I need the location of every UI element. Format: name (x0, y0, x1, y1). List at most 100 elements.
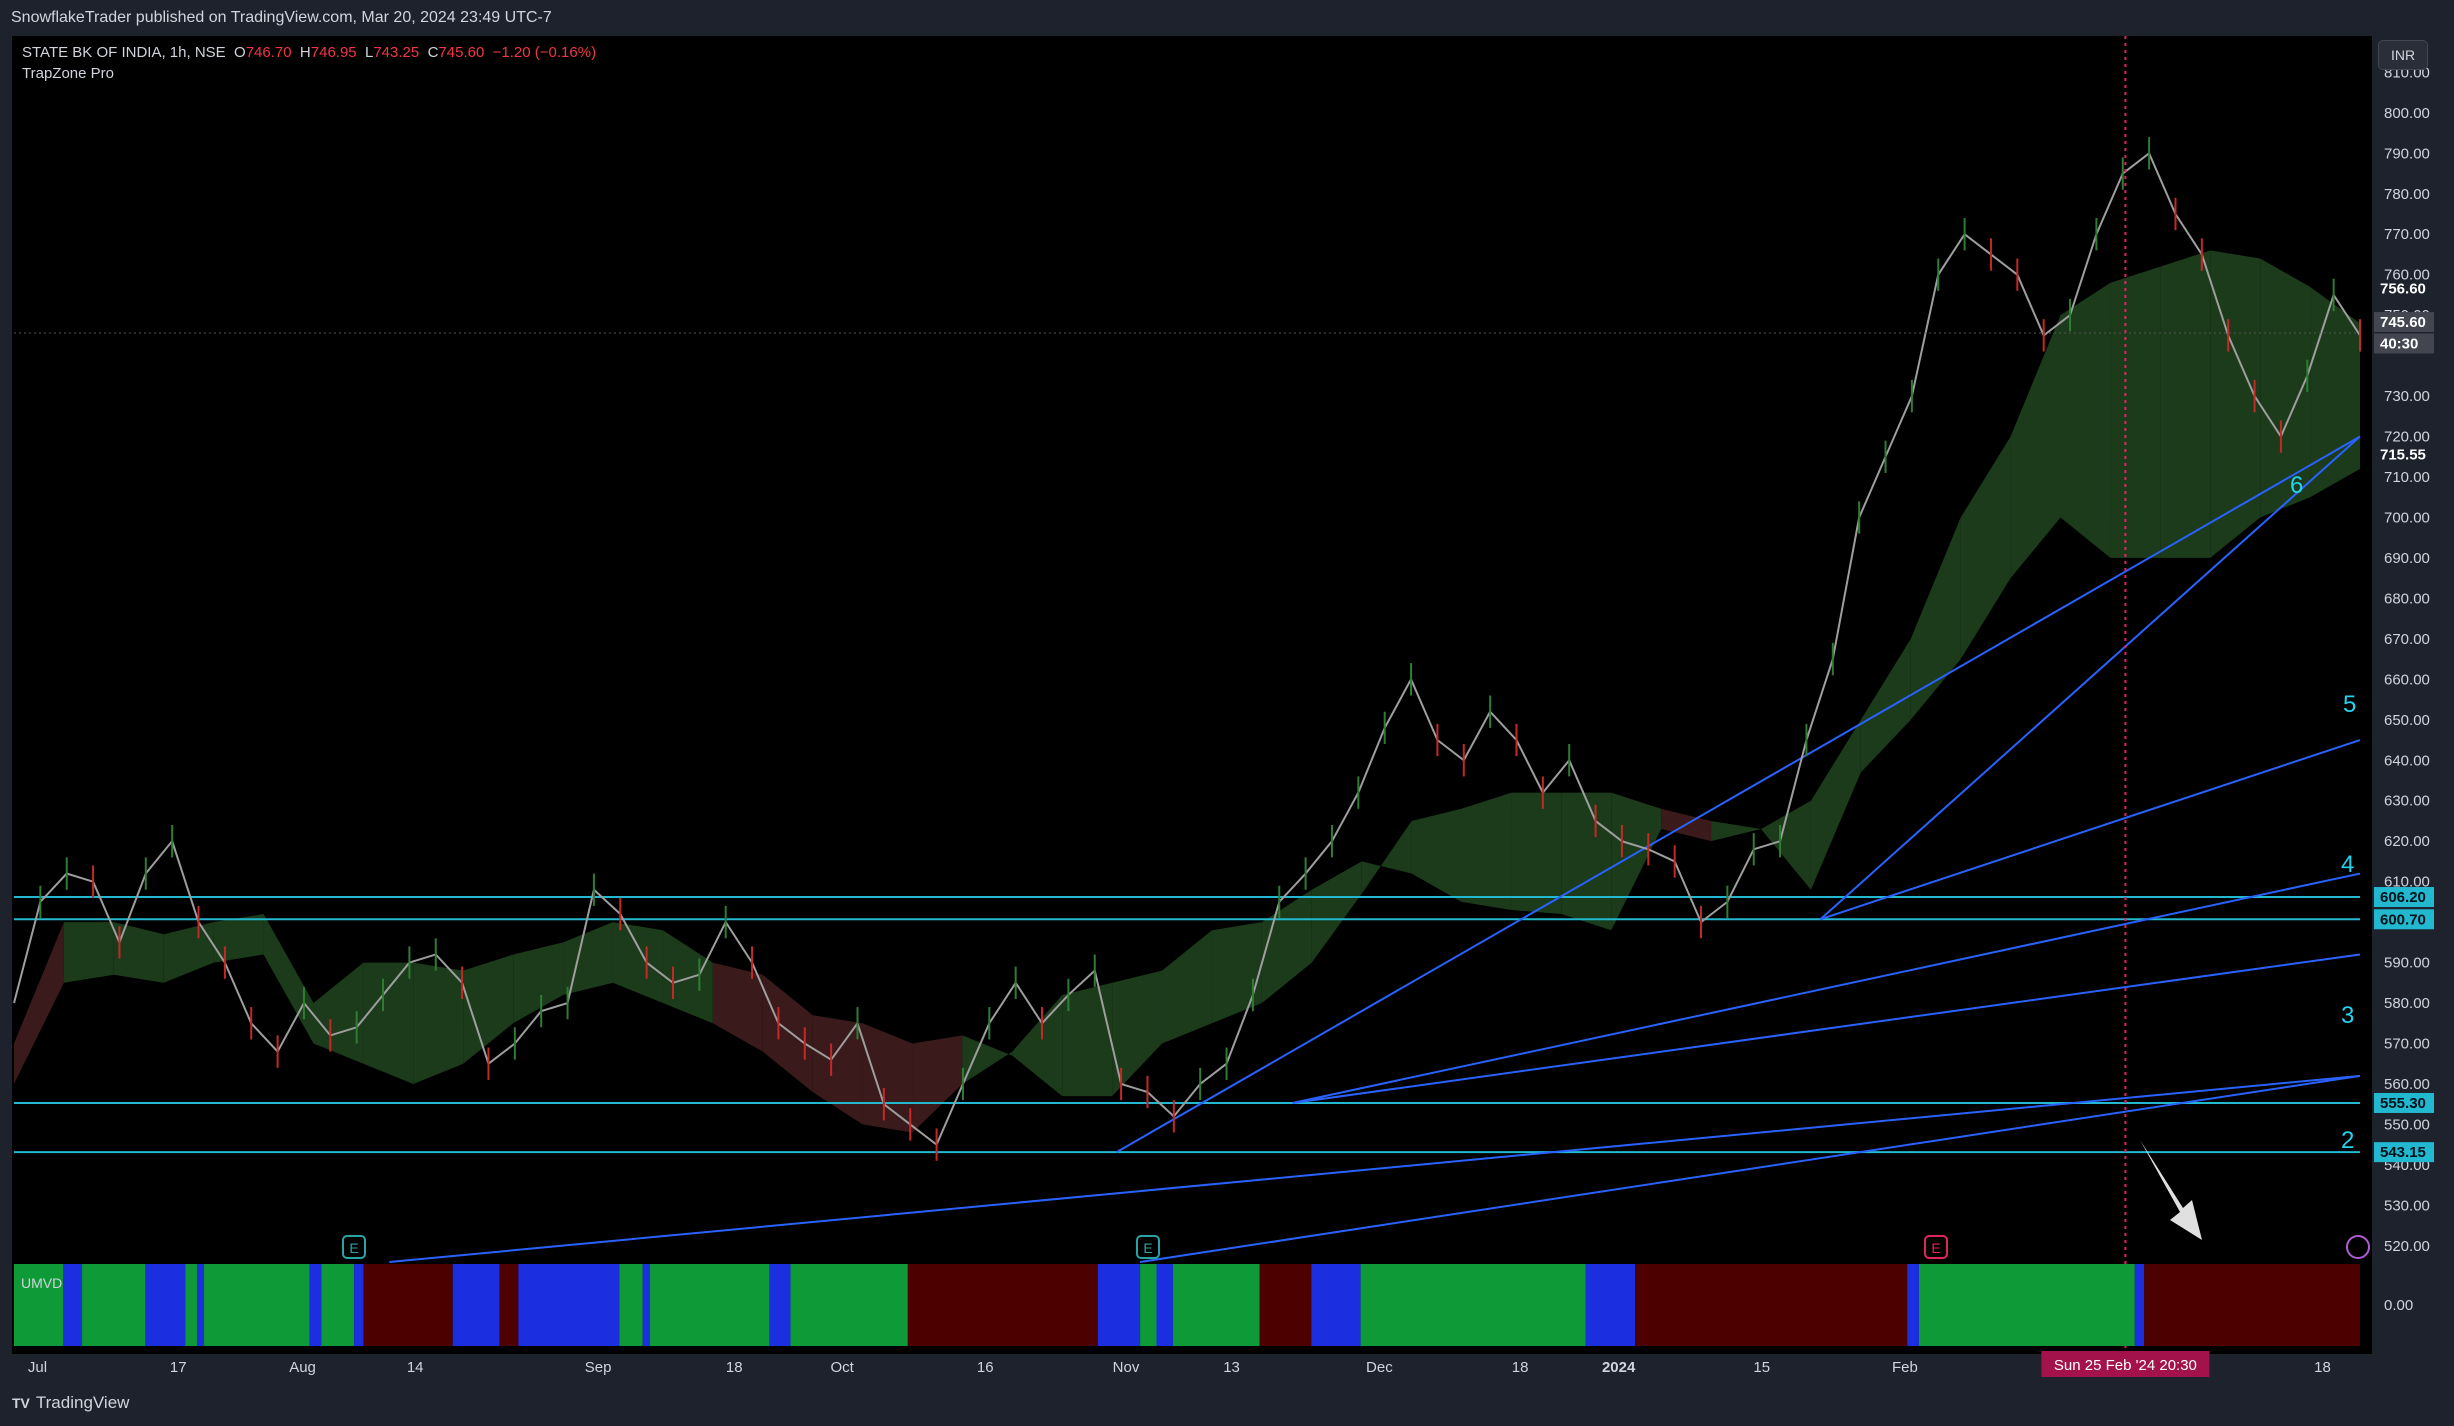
y-tick-label: 620.00 (2384, 833, 2430, 850)
y-tick-label: 550.00 (2384, 1116, 2430, 1133)
umvd-pane: 0.00 (14, 1264, 2413, 1346)
x-tick-label: 15 (1753, 1359, 1770, 1376)
x-tick-label: Oct (830, 1359, 854, 1376)
y-tick-label: 640.00 (2384, 752, 2430, 769)
earnings-icon-letter: E (1931, 1240, 1940, 1256)
umvd-segment (2144, 1264, 2360, 1346)
earnings-icon-letter: E (1143, 1240, 1152, 1256)
cloud-segment (2060, 282, 2111, 558)
y-tick-label: 650.00 (2384, 712, 2430, 729)
y-tick-label: 580.00 (2384, 995, 2430, 1012)
crosshair-time-label: Sun 25 Feb '24 20:30 (2054, 1357, 2197, 1374)
cloud-segment (1561, 792, 1612, 931)
y-tick-label: 720.00 (2384, 429, 2430, 446)
cloud-segment (1511, 792, 1562, 915)
currency-button[interactable]: INR (2378, 40, 2428, 70)
umvd-segment (185, 1264, 197, 1346)
y-tick-label: 530.00 (2384, 1197, 2430, 1214)
umvd-segment (145, 1264, 186, 1346)
price-badge-label: 555.30 (2380, 1095, 2426, 1112)
close-value: 745.60 (438, 44, 485, 61)
y-tick-label: 730.00 (2384, 388, 2430, 405)
symbol-legend: STATE BK OF INDIA, 1h, NSE O746.70 H746.… (22, 44, 596, 61)
price-badge-label: 715.55 (2380, 447, 2426, 464)
x-tick-label: Sep (585, 1359, 612, 1376)
price-badge-label: 40:30 (2380, 335, 2418, 352)
y-tick-label: 570.00 (2384, 1035, 2430, 1052)
umvd-segment (907, 1264, 1098, 1346)
umvd-segment (63, 1264, 83, 1346)
open-value: 746.70 (245, 44, 292, 61)
cloud-segment (1062, 982, 1113, 1097)
y-tick-label: 560.00 (2384, 1076, 2430, 1093)
umvd-segment (1172, 1264, 1260, 1346)
indicator-legend[interactable]: TrapZone Pro (22, 65, 114, 82)
umvd-segment (354, 1264, 364, 1346)
time-axis: Jul 17 Aug 14 Sep 18 Oct 16 Nov 13 Dec 18 2024 15 Feb 1… (28, 1351, 2331, 1377)
umvd-segment (1918, 1264, 2135, 1346)
cloud-segment (413, 962, 464, 1084)
y-tick-label: 770.00 (2384, 226, 2430, 243)
cloud-segment (1461, 792, 1512, 910)
earnings-icon-letter: E (349, 1240, 358, 1256)
y-tick-label: 700.00 (2384, 509, 2430, 526)
wave-label: 4 (2341, 851, 2354, 878)
wave-label: 3 (2341, 1002, 2354, 1029)
cloud-segment (63, 922, 114, 983)
y-tick-label: 780.00 (2384, 186, 2430, 203)
umvd-segment (769, 1264, 791, 1346)
x-tick-label: Jul (28, 1359, 47, 1376)
cloud-segment (363, 962, 414, 1084)
x-tick-label: Feb (1892, 1359, 1918, 1376)
umvd-segment (82, 1264, 146, 1346)
x-tick-label: 18 (2314, 1359, 2331, 1376)
umvd-segment (790, 1264, 908, 1346)
price-axis: 810.00800.00790.00780.00770.00760.00750.… (2374, 64, 2434, 1255)
symbol-name: STATE BK OF INDIA, 1h, NSE (22, 44, 226, 61)
change-value: −1.20 (−0.16%) (492, 44, 597, 61)
price-chart[interactable]: 0.00 810.00800.00790.00780.00770.00760.0… (0, 0, 2454, 1426)
umvd-segment (1635, 1264, 1908, 1346)
umvd-segment (204, 1264, 310, 1346)
umvd-segment (1360, 1264, 1586, 1346)
umvd-segment (649, 1264, 770, 1346)
umvd-label: UMVD (21, 1275, 63, 1291)
cloud-segment (2110, 266, 2161, 558)
x-tick-label: 16 (977, 1359, 994, 1376)
x-tick-label: Nov (1113, 1359, 1140, 1376)
umvd-value: 0.00 (2384, 1297, 2413, 1314)
umvd-segment (619, 1264, 643, 1346)
umvd-segment (1259, 1264, 1312, 1346)
high-value: 746.95 (310, 44, 357, 61)
umvd-segment (452, 1264, 500, 1346)
umvd-segment (321, 1264, 355, 1346)
wave-label: 6 (2290, 472, 2303, 499)
tradingview-logo[interactable]: TV TradingView (12, 1393, 129, 1413)
cloud-segment (2160, 250, 2211, 558)
x-tick-label: 13 (1223, 1359, 1240, 1376)
x-tick-label: 17 (170, 1359, 187, 1376)
umvd-segment (499, 1264, 519, 1346)
footer-bar (0, 1390, 2454, 1426)
umvd-segment (1156, 1264, 1173, 1346)
tradingview-logo-icon: TV (12, 1395, 30, 1411)
y-tick-label: 660.00 (2384, 671, 2430, 688)
price-badge-label: 600.70 (2380, 911, 2426, 928)
price-badge-label: 606.20 (2380, 889, 2426, 906)
x-tick-label: 18 (1512, 1359, 1529, 1376)
y-tick-label: 520.00 (2384, 1238, 2430, 1255)
umvd-segment (2134, 1264, 2145, 1346)
umvd-segment (1585, 1264, 1636, 1346)
x-tick-label: Dec (1366, 1359, 1393, 1376)
umvd-segment (518, 1264, 620, 1346)
y-tick-label: 670.00 (2384, 631, 2430, 648)
umvd-segment (1097, 1264, 1141, 1346)
y-tick-label: 630.00 (2384, 793, 2430, 810)
x-tick-label: 2024 (1602, 1359, 1636, 1376)
umvd-segment (1311, 1264, 1361, 1346)
umvd-segment (1140, 1264, 1157, 1346)
x-tick-label: Aug (289, 1359, 316, 1376)
price-badge-label: 745.60 (2380, 314, 2426, 331)
chart-background (12, 36, 2372, 1354)
y-tick-label: 690.00 (2384, 550, 2430, 567)
